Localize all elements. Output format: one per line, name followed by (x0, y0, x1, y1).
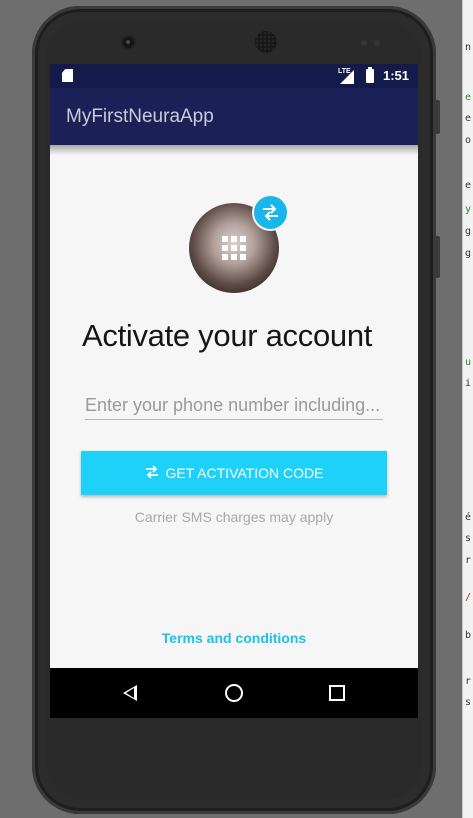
sms-charges-note: Carrier SMS charges may apply (134, 509, 334, 525)
swap-arrows-icon (145, 464, 159, 482)
recents-icon[interactable] (329, 685, 345, 701)
phone-number-input[interactable] (85, 391, 383, 420)
get-activation-code-button[interactable]: GET ACTIVATION CODE (81, 451, 387, 495)
volume-button[interactable] (435, 100, 440, 134)
home-icon[interactable] (225, 684, 243, 702)
dialpad-icon (222, 236, 246, 260)
back-icon[interactable] (123, 685, 137, 701)
clock: 1:51 (383, 68, 410, 83)
app-title: MyFirstNeuraApp (66, 106, 214, 127)
swap-arrows-icon (254, 196, 287, 229)
app-bar-shadow (50, 145, 418, 155)
sd-card-icon (62, 69, 73, 82)
battery-icon (366, 67, 374, 83)
terms-and-conditions-link[interactable]: Terms and conditions (50, 630, 418, 646)
earpiece-speaker (255, 31, 277, 53)
app-bar: MyFirstNeuraApp (50, 88, 418, 145)
front-camera (123, 37, 134, 48)
navigation-bar (50, 668, 418, 718)
status-bar: LTE 1:51 (50, 64, 418, 88)
ide-editor-sliver: n e e o e y g g u i é s r / b r s (462, 0, 473, 818)
device-screen: LTE 1:51 MyFirstNeuraApp Activate your a… (50, 64, 418, 718)
network-type: LTE (338, 68, 351, 75)
light-sensor (374, 40, 380, 46)
page-title: Activate your account (82, 318, 373, 353)
proximity-sensor (361, 40, 367, 46)
button-label: GET ACTIVATION CODE (165, 465, 324, 481)
power-button[interactable] (435, 236, 440, 278)
